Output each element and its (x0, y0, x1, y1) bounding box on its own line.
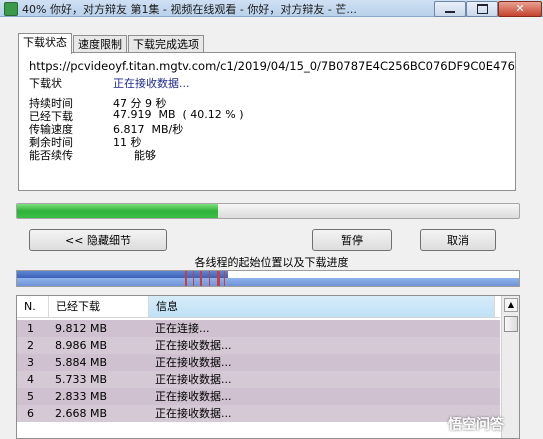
row-downloaded: 2.668 MB (55, 407, 108, 420)
cancel-button[interactable]: 取消 (420, 229, 496, 251)
thread-marker (224, 271, 225, 286)
segments-caption: 各线程的起始位置以及下载进度 (194, 256, 349, 269)
tab-speed-limit[interactable]: 速度限制 (73, 35, 127, 53)
maximize-icon (476, 4, 488, 14)
row-info: 正在连接... (155, 322, 210, 335)
thread-marker (200, 271, 202, 286)
minimize-icon (445, 11, 455, 13)
row-number: 5 (27, 390, 34, 403)
pause-button[interactable]: 暂停 (312, 229, 392, 251)
row-number: 4 (27, 373, 34, 386)
tab-completion-options[interactable]: 下载完成选项 (128, 35, 204, 53)
window-title: 40% 你好，对方辩友 第1集 - 视频在线观看 - 你好，对方辩友 - 芒..… (22, 3, 357, 16)
row-downloaded: 2.833 MB (55, 390, 108, 403)
table-row[interactable]: 3 5.884 MB 正在接收数据... (17, 354, 500, 371)
row-downloaded: 8.986 MB (55, 339, 108, 352)
row-downloaded: 5.884 MB (55, 356, 108, 369)
column-header-info[interactable]: 信息 (149, 296, 495, 317)
row-info: 正在接收数据... (155, 407, 232, 420)
column-header-number[interactable]: N. (17, 296, 49, 317)
tab-strip: 下载状态 速度限制 下载完成选项 (18, 33, 205, 54)
scroll-up-icon[interactable]: ▲ (504, 298, 518, 312)
row-info: 正在接收数据... (155, 339, 232, 352)
thread-list-header: N. 已经下载 信息 (17, 296, 500, 318)
table-row[interactable]: 1 9.812 MB 正在连接... (17, 320, 500, 337)
table-row[interactable]: 6 2.668 MB 正在接收数据... (17, 405, 500, 422)
close-button[interactable]: ✕ (498, 1, 542, 17)
thread-marker (217, 271, 220, 286)
downloaded-value: 47.919 MB ( 40.12 % ) (113, 108, 244, 121)
status-panel: https://pcvideoyf.titan.mgtv.com/c1/2019… (18, 52, 516, 191)
minimize-button[interactable] (434, 1, 466, 17)
row-info: 正在接收数据... (155, 390, 232, 403)
app-icon (4, 2, 18, 16)
watermark-logo: 悟空问答 (448, 417, 504, 433)
download-url: https://pcvideoyf.titan.mgtv.com/c1/2019… (29, 59, 515, 73)
resume-capability-value: 能够 (113, 149, 156, 162)
scrollbar-thumb[interactable] (504, 316, 518, 332)
table-row[interactable]: 5 2.833 MB 正在接收数据... (17, 388, 500, 405)
close-icon: ✕ (515, 2, 525, 15)
tab-download-status[interactable]: 下载状态 (18, 33, 72, 54)
maximize-button[interactable] (466, 1, 498, 17)
row-number: 3 (27, 356, 34, 369)
row-downloaded: 5.733 MB (55, 373, 108, 386)
thread-segments-progress (17, 271, 228, 278)
resume-capability-label: 能否续传 (29, 149, 73, 162)
thread-segments-range (17, 278, 519, 286)
thread-segments-bar (16, 270, 520, 287)
row-info: 正在接收数据... (155, 356, 232, 369)
status-label: 下载状 (29, 77, 62, 90)
thread-list[interactable]: N. 已经下载 信息 1 9.812 MB 正在连接... 2 8.986 MB… (16, 295, 520, 439)
row-number: 1 (27, 322, 34, 335)
column-header-downloaded[interactable]: 已经下载 (49, 296, 149, 317)
thread-rows: 1 9.812 MB 正在连接... 2 8.986 MB 正在接收数据... … (17, 320, 500, 422)
thread-marker (185, 271, 187, 286)
row-number: 2 (27, 339, 34, 352)
row-info: 正在接收数据... (155, 373, 232, 386)
table-row[interactable]: 2 8.986 MB 正在接收数据... (17, 337, 500, 354)
thread-marker (193, 271, 194, 286)
row-number: 6 (27, 407, 34, 420)
hide-details-button[interactable]: << 隐藏细节 (29, 229, 167, 251)
table-row[interactable]: 4 5.733 MB 正在接收数据... (17, 371, 500, 388)
download-progress-fill (17, 204, 219, 218)
thread-marker (209, 271, 210, 286)
download-progress-bar (16, 203, 520, 219)
title-bar: 40% 你好，对方辩友 第1集 - 视频在线观看 - 你好，对方辩友 - 芒..… (0, 0, 543, 17)
status-value: 正在接收数据... (113, 77, 190, 90)
row-downloaded: 9.812 MB (55, 322, 108, 335)
